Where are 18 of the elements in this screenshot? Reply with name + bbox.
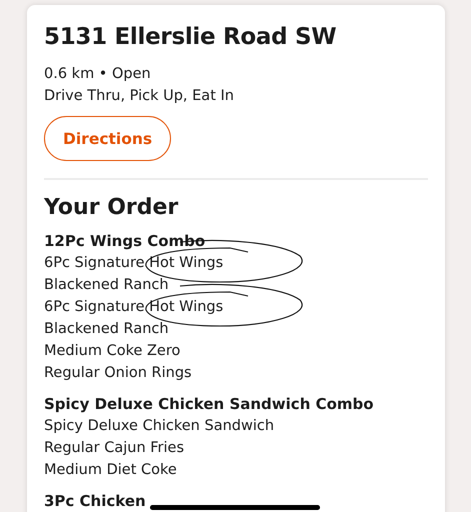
- distance-status: 0.6 km • Open: [44, 65, 152, 84]
- combo-name: 3Pc Chicken: [44, 491, 146, 512]
- home-indicator[interactable]: [150, 505, 320, 510]
- combo-name: 12Pc Wings Combo: [44, 231, 206, 252]
- order-item: 6Pc Signature Hot Wings: [44, 299, 224, 315]
- directions-button[interactable]: Directions: [44, 116, 172, 161]
- combo-name: Spicy Deluxe Chicken Sandwich Combo: [44, 394, 374, 415]
- store-address: 5131 Ellerslie Road SW: [44, 23, 338, 52]
- service-options: Drive Thru, Pick Up, Eat In: [44, 85, 428, 107]
- order-heading: Your Order: [44, 194, 180, 222]
- order-item: Medium Coke Zero: [44, 343, 180, 359]
- order-item: 6Pc Signature Hot Wings: [44, 255, 224, 271]
- order-item: Medium Diet Coke: [44, 462, 177, 478]
- order-item: Blackened Ranch: [44, 321, 169, 337]
- order-item: Regular Onion Rings: [44, 365, 192, 381]
- order-item: Blackened Ranch: [44, 277, 169, 293]
- order-item: Regular Cajun Fries: [44, 440, 184, 456]
- order-item: Spicy Deluxe Chicken Sandwich: [44, 418, 274, 434]
